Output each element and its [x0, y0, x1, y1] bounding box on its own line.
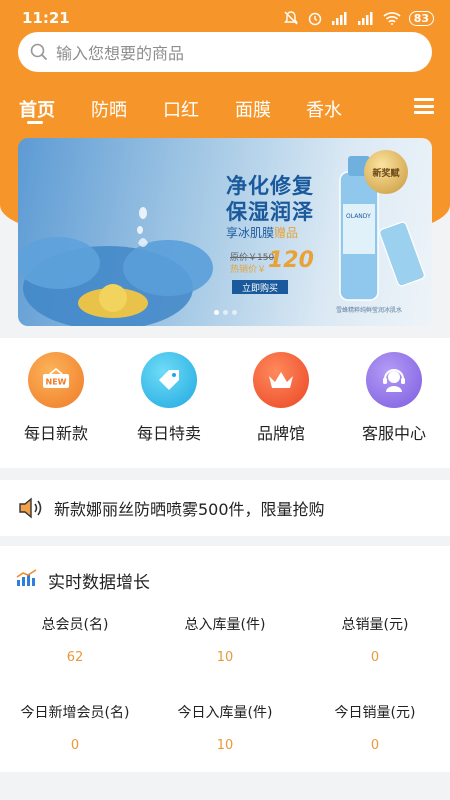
wifi-icon: [383, 12, 401, 25]
search-placeholder: 输入您想要的商品: [56, 44, 185, 63]
stat-label: 今日销量(元): [334, 705, 416, 721]
tab-active-indicator: [27, 121, 43, 124]
stat-label: 总会员(名): [41, 617, 109, 633]
search-input[interactable]: 输入您想要的商品: [18, 32, 432, 72]
quick-nav-label: 每日新款: [23, 424, 88, 443]
banner-gift-highlight: 赠品: [274, 226, 299, 240]
product-brand: OLANDY: [346, 213, 371, 220]
stat-value: 10: [216, 738, 234, 753]
banner-title-line2: 保湿润泽: [226, 200, 314, 224]
signal-icon: [331, 12, 347, 25]
banner-badge: 新奖赋: [364, 150, 408, 194]
stat-value: 0: [70, 738, 80, 753]
tab-perfume[interactable]: 香水: [306, 96, 342, 122]
menu-icon[interactable]: [414, 98, 434, 114]
mute-bell-icon: [283, 11, 298, 25]
banner-sale-label: 热销价￥: [230, 265, 267, 275]
quick-nav-label: 每日特卖: [136, 424, 201, 443]
banner-caption: 雪蜂精粹纯鲜莹润冰肌水: [336, 307, 403, 314]
stat-value: 10: [216, 650, 234, 665]
tab-mask[interactable]: 面膜: [235, 96, 271, 122]
new-tag-icon: NEW: [28, 352, 84, 408]
stat-label: 总销量(元): [341, 617, 409, 633]
svg-text:NEW: NEW: [46, 378, 67, 387]
status-icons: 83: [283, 10, 434, 26]
alarm-icon: [308, 12, 321, 26]
speaker-icon: [19, 497, 42, 519]
quick-nav: NEW 每日新款 每日特卖 品牌馆 客服中心: [0, 338, 450, 468]
status-bar: 11:21 83: [0, 0, 450, 36]
category-tabs: 首页 防晒 口红 面膜 香水: [0, 90, 450, 130]
stat-value: 62: [66, 650, 84, 665]
stats-title: 实时数据增长: [48, 573, 150, 593]
stat-label: 今日新增会员(名): [20, 705, 130, 721]
stat-today-sales: 今日销量(元) 0: [300, 702, 450, 753]
quick-nav-new[interactable]: NEW 每日新款: [6, 352, 106, 444]
banner-gift-prefix: 享冰肌膜: [226, 226, 275, 240]
tab-sunscreen[interactable]: 防晒: [91, 96, 127, 122]
stat-label: 总入库量(件): [184, 617, 266, 633]
stat-total-members: 总会员(名) 62: [0, 614, 150, 665]
stat-value: 0: [370, 738, 380, 753]
stat-value: 0: [370, 650, 380, 665]
search-icon: [30, 43, 48, 61]
stats-panel: 实时数据增长 总会员(名) 62 总入库量(件) 10 总销量(元) 0 今日新…: [0, 546, 450, 772]
stat-total-stock: 总入库量(件) 10: [150, 614, 300, 665]
promo-banner[interactable]: OLANDY 新奖赋 净化修复 保湿润泽 享冰肌膜赠品 原价￥150 热销价￥ …: [18, 138, 432, 326]
signal-icon-2: [357, 12, 373, 25]
stat-label: 今日入库量(件): [177, 705, 273, 721]
chart-icon: [16, 569, 37, 586]
quick-nav-sale[interactable]: 每日特卖: [119, 352, 219, 444]
tab-lipstick[interactable]: 口红: [163, 96, 199, 122]
customer-service-icon: [366, 352, 422, 408]
stat-today-stock: 今日入库量(件) 10: [150, 702, 300, 753]
battery-indicator: 83: [408, 10, 434, 26]
quick-nav-brand[interactable]: 品牌馆: [231, 352, 331, 444]
quick-nav-service[interactable]: 客服中心: [344, 352, 444, 444]
status-time: 11:21: [22, 9, 70, 27]
stat-total-sales: 总销量(元) 0: [300, 614, 450, 665]
banner-gift: 享冰肌膜赠品: [226, 224, 298, 241]
notice-bar[interactable]: 新款娜丽丝防晒喷雾500件，限量抢购: [0, 480, 450, 536]
quick-nav-label: 品牌馆: [256, 424, 305, 443]
banner-buy-button[interactable]: 立即购买: [232, 280, 288, 294]
banner-pagination: [214, 310, 237, 315]
quick-nav-label: 客服中心: [361, 424, 426, 443]
crown-icon: [253, 352, 309, 408]
tab-home[interactable]: 首页: [19, 96, 55, 122]
price-tag-icon: [141, 352, 197, 408]
stat-today-members: 今日新增会员(名) 0: [0, 702, 150, 753]
notice-text: 新款娜丽丝防晒喷雾500件，限量抢购: [54, 500, 325, 519]
banner-sale-price: 120: [268, 248, 314, 273]
